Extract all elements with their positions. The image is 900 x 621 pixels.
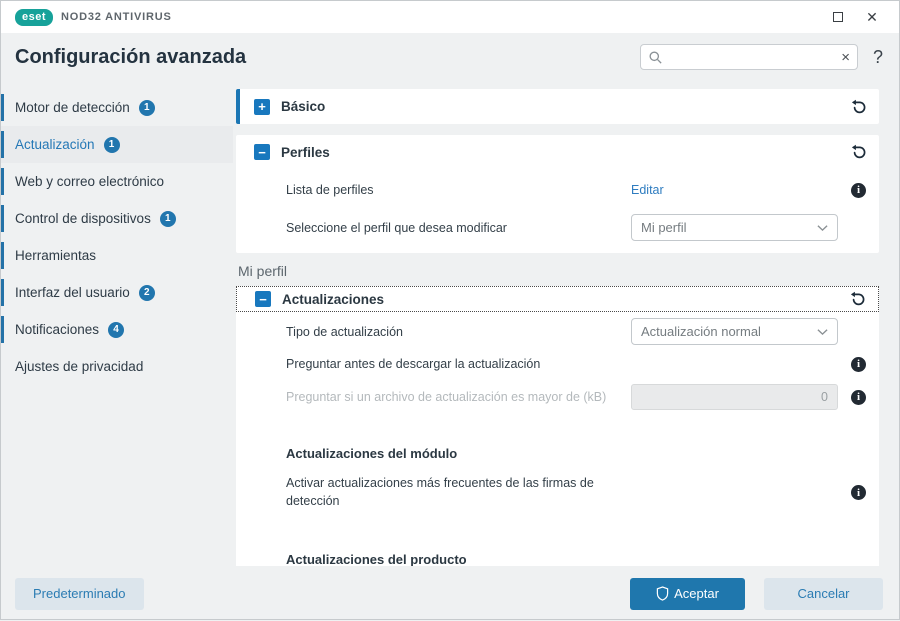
update-type-dropdown[interactable]: Actualización normal: [631, 318, 838, 345]
sidebar-item-label: Motor de detección: [15, 100, 130, 115]
setting-label: Tipo de actualización: [286, 324, 403, 339]
search-input[interactable]: [662, 50, 838, 64]
sidebar-item-label: Notificaciones: [15, 322, 100, 337]
maximize-icon: [833, 12, 843, 22]
count-badge: 1: [159, 210, 176, 227]
collapse-icon[interactable]: −: [254, 144, 270, 160]
collapse-icon[interactable]: −: [255, 291, 271, 307]
page-title: Configuración avanzada: [15, 45, 247, 68]
main-body: Motor de detección 1 Actualización 1 Web…: [1, 81, 899, 566]
sidebar-item-motor-de-deteccion[interactable]: Motor de detección 1: [1, 89, 233, 126]
sidebar-item-label: Control de dispositivos: [15, 211, 151, 226]
accept-button[interactable]: Aceptar: [630, 577, 745, 610]
sidebar-item-label: Ajustes de privacidad: [15, 359, 144, 374]
section-title: Actualizaciones: [282, 291, 385, 307]
count-badge: 2: [138, 284, 155, 301]
clear-search-icon[interactable]: ×: [837, 50, 850, 65]
eset-logo: eset: [15, 8, 54, 26]
profile-dropdown-value: Mi perfil: [641, 220, 687, 235]
expand-icon[interactable]: +: [254, 98, 270, 115]
section-title: Básico: [281, 99, 326, 114]
update-type-value: Actualización normal: [641, 324, 761, 339]
info-icon[interactable]: i: [851, 485, 866, 500]
setting-row: Preguntar antes de descargar la actualiz…: [236, 353, 879, 381]
revert-icon[interactable]: [848, 291, 865, 308]
editar-link[interactable]: Editar: [631, 183, 664, 197]
info-icon[interactable]: i: [851, 182, 866, 198]
setting-label: Preguntar si un archivo de actualización…: [286, 390, 607, 404]
close-button[interactable]: ✕: [855, 1, 889, 33]
info-icon[interactable]: i: [851, 356, 866, 372]
sidebar-item-actualizacion[interactable]: Actualización 1: [1, 126, 233, 163]
search-box[interactable]: ×: [639, 44, 858, 70]
search-icon: [649, 50, 662, 64]
setting-label: Activar actualizaciones más frecuentes d…: [286, 476, 594, 508]
count-badge: 4: [108, 321, 125, 338]
sidebar-item-label: Actualización: [15, 137, 95, 152]
footer-bar: Predeterminado Aceptar Cancelar: [1, 566, 899, 621]
setting-label: Seleccione el perfil que desea modificar: [286, 220, 507, 235]
sidebar-item-label: Web y correo electrónico: [15, 174, 165, 189]
section-perfiles: − Perfiles Lista de perfiles Editar i Se…: [236, 135, 879, 253]
cancel-button[interactable]: Cancelar: [764, 577, 883, 610]
setting-row: Preguntar si un archivo de actualización…: [236, 384, 879, 410]
sidebar: Motor de detección 1 Actualización 1 Web…: [1, 81, 233, 566]
kb-threshold-input: [631, 384, 838, 410]
section-basico[interactable]: + Básico: [236, 89, 879, 124]
setting-label: Lista de perfiles: [286, 183, 374, 197]
toggle-knob: [614, 494, 629, 510]
eset-advanced-setup-window: eset NOD32 ANTIVIRUS ✕ Configuración ava…: [0, 0, 900, 620]
revert-icon[interactable]: [849, 98, 866, 115]
section-perfiles-header[interactable]: − Perfiles: [236, 135, 879, 169]
sidebar-item-herramientas[interactable]: Herramientas: [1, 237, 233, 274]
info-icon[interactable]: i: [851, 389, 866, 405]
sidebar-item-web-y-correo[interactable]: Web y correo electrónico: [1, 163, 233, 200]
shield-icon: [656, 586, 669, 601]
setting-row: Tipo de actualización Actualización norm…: [236, 318, 879, 345]
setting-label: Preguntar antes de descargar la actualiz…: [286, 357, 541, 371]
module-updates-heading: Actualizaciones del módulo: [286, 446, 458, 461]
count-badge: 1: [103, 136, 120, 153]
profile-group-label: Mi perfil: [238, 263, 288, 279]
section-actualizaciones-header[interactable]: − Actualizaciones: [236, 286, 879, 312]
sidebar-item-ajustes-privacidad[interactable]: Ajustes de privacidad: [1, 348, 233, 385]
sidebar-item-control-dispositivos[interactable]: Control de dispositivos 1: [1, 200, 233, 237]
settings-content: + Básico − Perfiles Lista de perfiles Ed…: [233, 81, 899, 566]
sidebar-item-label: Interfaz del usuario: [15, 285, 130, 300]
accept-button-label: Aceptar: [674, 586, 719, 601]
maximize-button[interactable]: [821, 1, 855, 33]
setting-row: Lista de perfiles Editar i: [236, 176, 879, 204]
sidebar-item-notificaciones[interactable]: Notificaciones 4: [1, 311, 233, 348]
sidebar-item-interfaz-usuario[interactable]: Interfaz del usuario 2: [1, 274, 233, 311]
revert-icon[interactable]: [849, 144, 866, 161]
help-button[interactable]: ?: [873, 47, 883, 68]
page-header: Configuración avanzada × ?: [1, 33, 899, 81]
titlebar: eset NOD32 ANTIVIRUS ✕: [1, 1, 899, 33]
chevron-down-icon: [817, 328, 828, 335]
count-badge: 1: [138, 99, 155, 116]
product-name: NOD32 ANTIVIRUS: [61, 11, 172, 23]
profile-dropdown[interactable]: Mi perfil: [631, 214, 838, 241]
default-button[interactable]: Predeterminado: [15, 577, 144, 610]
section-actualizaciones: − Actualizaciones Tipo de actualización …: [236, 286, 879, 566]
toggle-knob: [633, 366, 648, 381]
product-updates-heading: Actualizaciones del producto: [286, 552, 467, 566]
setting-row: Seleccione el perfil que desea modificar…: [236, 214, 879, 241]
section-title: Perfiles: [281, 144, 330, 160]
setting-row: Activar actualizaciones más frecuentes d…: [236, 475, 879, 510]
chevron-down-icon: [817, 224, 828, 231]
sidebar-item-label: Herramientas: [15, 248, 97, 263]
